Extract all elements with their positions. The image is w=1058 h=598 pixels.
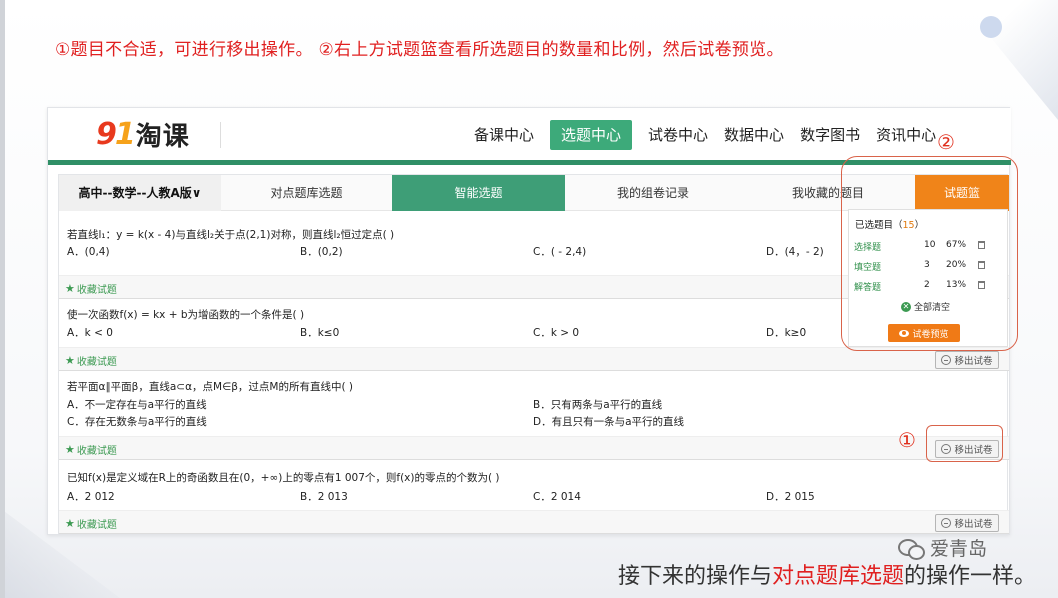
decor-left-rule — [0, 0, 5, 598]
option-b: B．(0,2) — [300, 246, 343, 258]
star-icon: ★ — [65, 443, 75, 456]
question-footer: ★ 收藏试题 移出试卷 — [59, 510, 1009, 534]
question-item: 若平面α∥平面β，直线a⊂α，点M∈β，过点M的所有直线中( ) A．不一定存在… — [59, 379, 1009, 465]
question-stem: 使一次函数f(x) = kx + b为增函数的一个条件是( ) — [67, 309, 305, 321]
main-nav: 备课中心 选题中心 试卷中心 数据中心 数字图书 资讯中心 — [468, 120, 946, 152]
nav-lesson-prep[interactable]: 备课中心 — [468, 120, 540, 150]
option-a: A．不一定存在与a平行的直线 — [67, 399, 207, 411]
question-item: 已知f(x)是定义域在R上的奇函数且在(0，+∞)上的零点有1 007个，则f(… — [59, 467, 1009, 535]
favorite-button[interactable]: ★ 收藏试题 — [65, 442, 117, 457]
option-d: D．(4，- 2) — [766, 246, 824, 258]
nav-exam-center[interactable]: 试卷中心 — [642, 120, 714, 150]
remove-from-paper-button[interactable]: 移出试卷 — [935, 351, 999, 369]
annotation-number-two: ② — [937, 130, 955, 154]
option-a: A．(0,4) — [67, 246, 110, 258]
annotation-remove-highlight — [926, 425, 1003, 462]
nav-news-center[interactable]: 资讯中心 — [870, 120, 942, 150]
instruction-text: ①题目不合适，可进行移出操作。 ②右上方试题篮查看所选题目的数量和比例，然后试卷… — [55, 40, 784, 60]
option-c: C．2 014 — [533, 491, 581, 503]
option-b: B．只有两条与a平行的直线 — [533, 399, 663, 411]
option-d: D．2 015 — [766, 491, 815, 503]
question-footer: ★ 收藏试题 移出试卷 — [59, 436, 1009, 460]
question-stem: 已知f(x)是定义域在R上的奇函数且在(0，+∞)上的零点有1 007个，则f(… — [67, 472, 500, 484]
favorite-button[interactable]: ★ 收藏试题 — [65, 353, 117, 368]
option-c: C．( - 2,4) — [533, 246, 587, 258]
option-b: B．2 013 — [300, 491, 348, 503]
option-c: C．k > 0 — [533, 327, 580, 339]
tab-smart-select[interactable]: 智能选题 — [392, 175, 565, 211]
star-icon: ★ — [65, 282, 75, 295]
annotation-number-one: ① — [898, 428, 916, 452]
option-d: D．k≥0 — [766, 327, 807, 339]
remove-from-paper-button[interactable]: 移出试卷 — [935, 514, 999, 532]
bottom-note: 接下来的操作与对点题库选题的操作一样。 — [617, 564, 1036, 589]
minus-circle-icon — [941, 518, 952, 528]
nav-data-center[interactable]: 数据中心 — [718, 120, 790, 150]
question-stem: 若直线l₁：y = k(x - 4)与直线l₂关于点(2,1)对称，则直线l₂恒… — [67, 229, 395, 241]
logo-text: 淘课 — [135, 121, 190, 152]
decor-dot — [980, 16, 1002, 38]
question-stem: 若平面α∥平面β，直线a⊂α，点M∈β，过点M的所有直线中( ) — [67, 381, 354, 393]
tab-my-records[interactable]: 我的组卷记录 — [565, 175, 741, 211]
nav-digital-books[interactable]: 数字图书 — [794, 120, 866, 150]
option-a: A．2 012 — [67, 491, 115, 503]
logo[interactable]: 91 淘课 — [96, 116, 190, 152]
watermark: 爱青岛 — [898, 534, 987, 561]
wechat-icon — [898, 537, 925, 560]
star-icon: ★ — [65, 354, 75, 367]
logo-number: 91 — [96, 116, 136, 152]
app-header: 91 淘课 备课中心 选题中心 试卷中心 数据中心 数字图书 资讯中心 — [48, 108, 1011, 160]
option-a: A．k < 0 — [67, 327, 113, 339]
option-d: D．有且只有一条与a平行的直线 — [533, 416, 685, 428]
subject-selector[interactable]: 高中--数学--人教A版∨ — [59, 175, 221, 211]
option-c: C．存在无数条与a平行的直线 — [67, 416, 207, 428]
nav-question-select[interactable]: 选题中心 — [550, 120, 633, 150]
favorite-button[interactable]: ★ 收藏试题 — [65, 281, 117, 296]
logo-divider — [220, 122, 221, 148]
annotation-basket-highlight — [841, 156, 1018, 351]
tab-point-bank[interactable]: 对点题库选题 — [221, 175, 392, 211]
option-b: B．k≤0 — [300, 327, 340, 339]
star-icon: ★ — [65, 517, 75, 530]
minus-circle-icon — [941, 355, 952, 365]
favorite-button[interactable]: ★ 收藏试题 — [65, 516, 117, 531]
